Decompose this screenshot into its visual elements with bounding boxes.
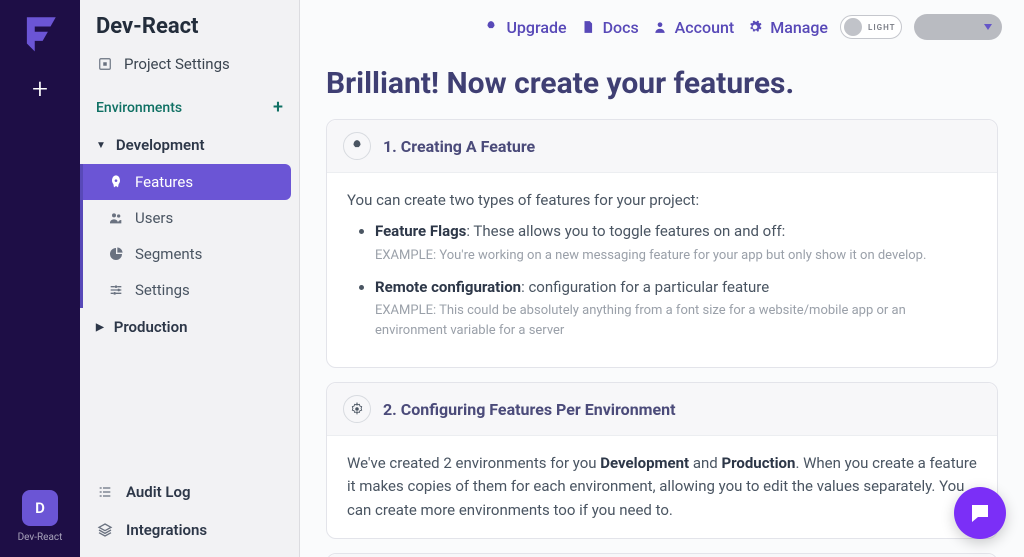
org-dropdown[interactable] xyxy=(914,14,1002,40)
card-config-environment: 2. Configuring Features Per Environment … xyxy=(326,382,998,539)
settings-square-icon xyxy=(96,55,114,73)
rocket-icon xyxy=(107,173,125,191)
env-production-toggle[interactable]: ▶ Production xyxy=(80,308,299,346)
page-heading: Brilliant! Now create your features. xyxy=(326,66,998,101)
nav-upgrade[interactable]: Upgrade xyxy=(482,18,566,37)
rocket-icon xyxy=(482,18,500,36)
card-creating-feature: 1. Creating A Feature You can create two… xyxy=(326,119,998,368)
environments-header: Environments + xyxy=(80,89,299,126)
project-badge-letter: D xyxy=(35,499,45,517)
project-badge[interactable]: D xyxy=(22,490,58,526)
users-icon xyxy=(107,209,125,227)
sidebar-item-integrations[interactable]: Integrations xyxy=(80,511,299,549)
chat-fab[interactable] xyxy=(954,487,1006,539)
layers-icon xyxy=(96,521,114,539)
sidebar-item-audit-log[interactable]: Audit Log xyxy=(80,473,299,511)
sidebar-item-segments[interactable]: Segments xyxy=(83,236,299,272)
sidebar-item-settings[interactable]: Settings xyxy=(83,272,299,308)
add-environment-button[interactable]: + xyxy=(273,97,283,118)
theme-label: LIGHT xyxy=(868,23,896,32)
gear-icon xyxy=(746,18,764,36)
pie-icon xyxy=(107,245,125,263)
file-icon xyxy=(579,18,597,36)
chat-icon xyxy=(968,501,992,525)
gear-icon xyxy=(343,395,371,423)
list-icon xyxy=(96,483,114,501)
nav-account[interactable]: Account xyxy=(651,18,735,37)
sidebar-item-features[interactable]: Features xyxy=(83,164,291,200)
left-rail: + D Dev-React xyxy=(0,0,80,557)
rocket-icon xyxy=(343,132,371,160)
logo-icon xyxy=(19,12,61,54)
env-development-toggle[interactable]: ▼ Development xyxy=(80,126,299,164)
card-intro-text: You can create two types of features for… xyxy=(347,189,977,212)
main-content: Upgrade Docs Account Manage LIGHT Brilli… xyxy=(300,0,1024,557)
topbar: Upgrade Docs Account Manage LIGHT xyxy=(300,0,1024,50)
project-badge-label: Dev-React xyxy=(18,532,63,543)
project-title: Dev-React xyxy=(80,14,299,49)
theme-toggle[interactable]: LIGHT xyxy=(840,15,902,39)
card-title: 1. Creating A Feature xyxy=(383,137,535,156)
sliders-icon xyxy=(107,281,125,299)
chevron-right-icon: ▶ xyxy=(96,322,104,333)
add-project-button[interactable]: + xyxy=(32,72,48,105)
toggle-knob xyxy=(844,18,862,36)
nav-docs[interactable]: Docs xyxy=(579,18,639,37)
example-text: EXAMPLE: This could be absolutely anythi… xyxy=(375,301,977,341)
environments-label: Environments xyxy=(96,100,182,116)
example-text: EXAMPLE: You're working on a new messagi… xyxy=(375,246,977,266)
remote-config-item: Remote configuration: configuration for … xyxy=(375,276,977,342)
nav-manage[interactable]: Manage xyxy=(746,18,828,37)
user-icon xyxy=(651,18,669,36)
chevron-down-icon: ▼ xyxy=(96,140,106,151)
card-body-text: We've created 2 environments for you Dev… xyxy=(347,452,977,522)
card-title: 2. Configuring Features Per Environment xyxy=(383,400,676,419)
card-config-user: 3. Configuring Features Per User When us… xyxy=(326,553,998,557)
project-settings-link[interactable]: Project Settings xyxy=(80,49,299,89)
sidebar-item-users[interactable]: Users xyxy=(83,200,299,236)
sidebar: Dev-React Project Settings Environments … xyxy=(80,0,300,557)
feature-flags-item: Feature Flags: These allows you to toggl… xyxy=(375,220,977,265)
